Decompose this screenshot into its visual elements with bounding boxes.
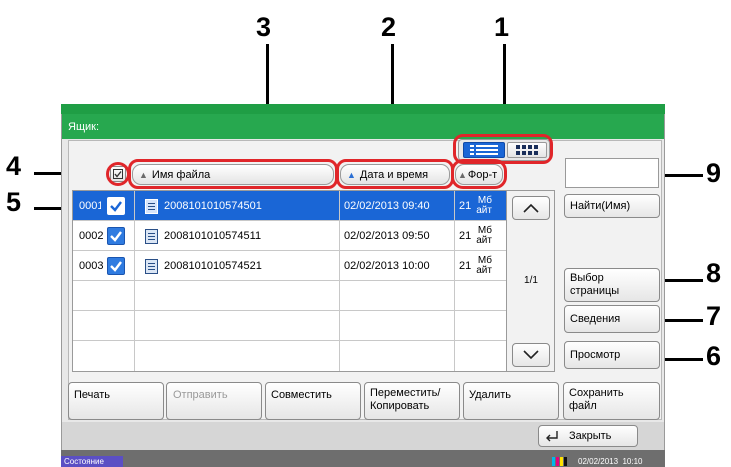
chevron-up-icon <box>523 203 539 213</box>
callout-5: 5 <box>6 187 22 217</box>
date-cell: 02/02/2013 09:50 <box>340 221 455 251</box>
combine-button[interactable]: Совместить <box>265 382 361 420</box>
checkmark-icon <box>110 261 122 272</box>
return-arrow-icon <box>546 431 558 442</box>
page-up-button[interactable] <box>512 196 550 220</box>
delete-button[interactable]: Удалить <box>463 382 559 420</box>
callout-9: 9 <box>706 158 722 188</box>
sort-triangle-icon: ▲ <box>458 169 467 180</box>
close-button[interactable]: Закрыть <box>538 425 638 447</box>
callout-3: 3 <box>256 12 272 42</box>
callout-2: 2 <box>381 12 397 42</box>
row-checkbox[interactable] <box>107 197 125 215</box>
sort-by-name-button[interactable]: ▲ Имя файла <box>132 164 334 185</box>
row-number-cell: 0003 <box>73 251 135 281</box>
list-view-icon <box>470 145 498 155</box>
date-cell: 02/02/2013 10:00 <box>340 251 455 281</box>
select-page-button[interactable]: Выбор страницы <box>564 268 660 302</box>
table-row-empty <box>73 281 506 311</box>
size-cell: 21 Мб айт <box>455 191 506 221</box>
grid-view-button[interactable] <box>507 142 547 158</box>
file-size: 21 <box>459 230 472 242</box>
print-button[interactable]: Печать <box>68 382 164 420</box>
table-row-empty <box>73 311 506 341</box>
size-unit: Мб айт <box>476 225 492 246</box>
table-row[interactable]: 0001 2008101010574501 02/02/2013 09:40 2… <box>73 191 506 221</box>
size-cell: 21 Мб айт <box>455 221 506 251</box>
callout-8: 8 <box>706 258 722 288</box>
file-date: 02/02/2013 10:00 <box>344 260 430 272</box>
sort-triangle-active-icon: ▲ <box>347 169 356 180</box>
row-number-cell: 0001 <box>73 191 135 221</box>
select-all-checkbox[interactable] <box>110 166 126 182</box>
row-number-cell: 0002 <box>73 221 135 251</box>
file-size: 21 <box>459 200 472 212</box>
sort-triangle-icon: ▲ <box>139 169 148 180</box>
status-datetime: 02/02/2013 10:10 <box>578 457 643 466</box>
size-unit: Мб айт <box>476 195 492 216</box>
file-name-cell: 2008101010574521 <box>135 251 340 281</box>
page-indicator: 1/1 <box>524 275 538 286</box>
callout-1: 1 <box>494 12 510 42</box>
file-name: 2008101010574521 <box>164 260 262 272</box>
details-button[interactable]: Сведения <box>564 305 660 333</box>
chevron-down-icon <box>523 350 539 360</box>
table-row[interactable]: 0002 2008101010574511 02/02/2013 09:50 2… <box>73 221 506 251</box>
file-name: 2008101010574501 <box>164 200 262 212</box>
row-number: 0003 <box>79 260 104 272</box>
close-label: Закрыть <box>569 430 612 442</box>
document-icon <box>145 198 158 214</box>
send-button[interactable]: Отправить <box>166 382 262 420</box>
callout-6: 6 <box>706 341 722 371</box>
column-name-label: Имя файла <box>151 168 211 181</box>
file-date: 02/02/2013 09:40 <box>344 200 430 212</box>
file-name: 2008101010574511 <box>164 230 262 242</box>
document-icon <box>145 258 158 274</box>
column-format-label: Фор-т <box>467 168 498 181</box>
checkmark-icon <box>110 231 122 242</box>
row-number: 0001 <box>79 200 101 212</box>
row-checkbox[interactable] <box>107 227 125 245</box>
callout-7: 7 <box>706 301 722 331</box>
checkmark-icon <box>110 201 122 212</box>
callout-4: 4 <box>6 151 22 181</box>
window-title: Ящик: <box>62 114 664 139</box>
table-row[interactable]: 0003 2008101010574521 02/02/2013 10:00 2… <box>73 251 506 281</box>
size-unit: Мб айт <box>476 255 492 276</box>
file-date: 02/02/2013 09:50 <box>344 230 430 242</box>
date-cell: 02/02/2013 09:40 <box>340 191 455 221</box>
pager-column: 1/1 <box>507 190 555 372</box>
status-bar <box>61 450 665 467</box>
toner-level-icon <box>552 457 568 466</box>
size-cell: 21 Мб айт <box>455 251 506 281</box>
column-date-label: Дата и время <box>359 168 429 181</box>
page-down-button[interactable] <box>512 343 550 367</box>
sort-by-date-button[interactable]: ▲ Дата и время <box>340 164 450 185</box>
row-checkbox[interactable] <box>107 257 125 275</box>
file-list-table: 0001 2008101010574501 02/02/2013 09:40 2… <box>72 190 507 372</box>
sort-by-format-button[interactable]: ▲ Фор-т <box>455 164 503 185</box>
file-name-cell: 2008101010574501 <box>135 191 340 221</box>
row-number: 0002 <box>79 230 104 242</box>
move-copy-button[interactable]: Переместить/ Копировать <box>364 382 460 420</box>
right-info-box <box>565 158 659 188</box>
grid-view-icon <box>516 145 538 155</box>
file-name-cell: 2008101010574511 <box>135 221 340 251</box>
document-icon <box>145 228 158 244</box>
search-name-button[interactable]: Найти(Имя) <box>564 194 660 218</box>
save-file-button[interactable]: Сохранить файл <box>563 382 660 420</box>
select-all-checkbox-icon <box>113 169 123 179</box>
list-view-button[interactable] <box>463 142 505 158</box>
view-toggle <box>458 139 550 161</box>
preview-button[interactable]: Просмотр <box>564 341 660 369</box>
file-size: 21 <box>459 260 472 272</box>
status-button[interactable]: Состояние <box>61 456 123 467</box>
panel-top-strip <box>61 104 665 114</box>
table-row-empty <box>73 341 506 371</box>
